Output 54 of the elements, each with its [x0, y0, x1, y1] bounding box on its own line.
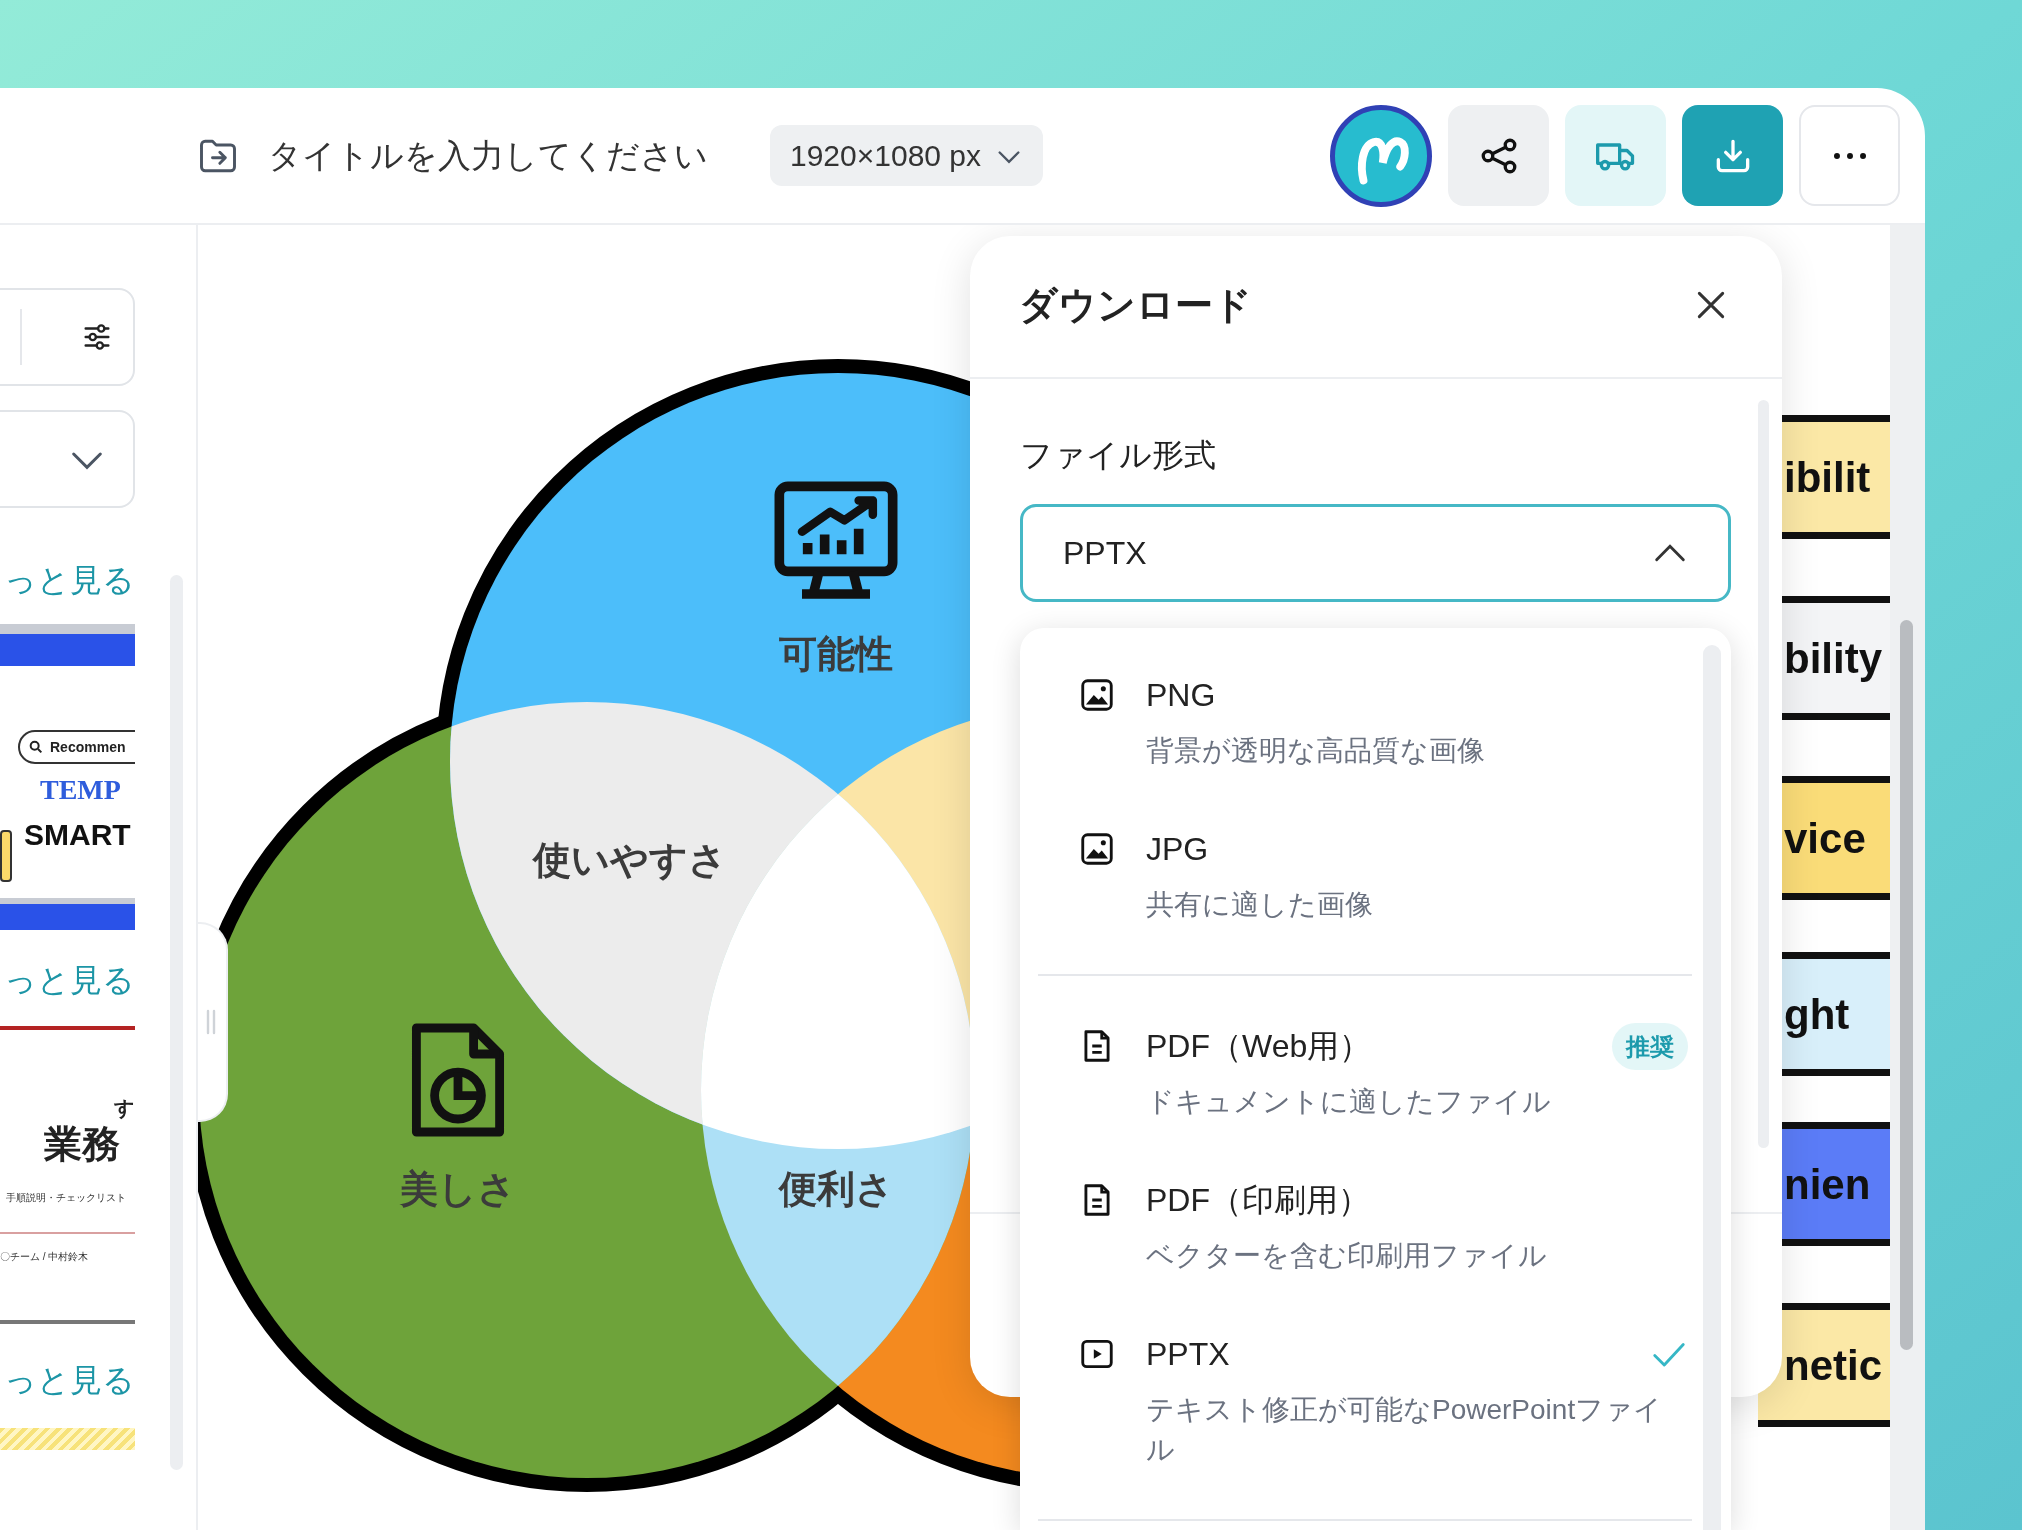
- thumbnail-text: 〇チーム / 中村鈴木: [0, 1251, 89, 1263]
- option-title: JPG: [1146, 830, 1209, 869]
- title-field[interactable]: タイトルを入力してください: [268, 130, 768, 181]
- sticky-note: [0, 830, 12, 882]
- size-dropdown[interactable]: 1920×1080 px: [770, 125, 1043, 186]
- format-option[interactable]: PDF（印刷用） ベクターを含む印刷用ファイル: [1020, 1133, 1731, 1287]
- scrollbar[interactable]: [1900, 620, 1913, 1350]
- thumbnail-heading: SMART: [24, 817, 131, 853]
- card-text: ght: [1784, 989, 1850, 1040]
- option-description: 共有に適した画像: [1146, 888, 1374, 922]
- field-label: ファイル形式: [1020, 436, 1216, 475]
- grip-icon: [205, 1009, 217, 1035]
- option-title: PPTX: [1146, 1335, 1230, 1374]
- format-option[interactable]: JPG 共有に適した画像: [1020, 782, 1731, 936]
- filter-button[interactable]: [0, 288, 135, 386]
- see-more-link[interactable]: っと見る: [0, 1360, 135, 1400]
- card-text: ibilit: [1784, 452, 1871, 503]
- see-more-link[interactable]: っと見る: [0, 560, 135, 600]
- thumbnail-text: Recommen: [50, 737, 126, 757]
- download-button[interactable]: [1682, 105, 1783, 206]
- diagram-label: 可能性: [779, 632, 893, 677]
- share-button[interactable]: [1448, 105, 1549, 206]
- option-description: ベクターを含む印刷用ファイル: [1146, 1239, 1548, 1273]
- card-text: vice: [1784, 813, 1866, 864]
- thumbnail-heading: 業務: [44, 1122, 120, 1166]
- format-option[interactable]: PDF（Web用） 推奨 ドキュメントに適したファイル: [1020, 979, 1731, 1133]
- panel-handle[interactable]: [198, 922, 228, 1122]
- option-description: テキスト修正が可能なPowerPointファイル: [1146, 1393, 1664, 1467]
- format-dropdown[interactable]: PPTX: [1020, 504, 1731, 602]
- option-title: PNG: [1146, 676, 1216, 715]
- format-option[interactable]: PPTX テキスト修正が可能なPowerPointファイル: [1020, 1287, 1731, 1519]
- thumbnail-text: 手順説明・チェックリスト: [6, 1192, 126, 1204]
- card-text: netic: [1784, 1340, 1883, 1391]
- thumbnail-heading: TEMP: [40, 773, 121, 807]
- diagram-label: 便利さ: [778, 1167, 894, 1212]
- see-more-link[interactable]: っと見る: [0, 960, 135, 1000]
- more-icon: [1833, 152, 1866, 159]
- diagram-label: 使いやすさ: [533, 838, 727, 883]
- option-title: PDF（Web用）: [1146, 1027, 1372, 1066]
- template-thumbnail[interactable]: [0, 1428, 135, 1450]
- option-description: 背景が透明な高品質な画像: [1146, 734, 1486, 768]
- diagram-label: 美しさ: [400, 1167, 516, 1212]
- image-icon: [1078, 830, 1116, 868]
- recommended-badge: 推奨: [1612, 1022, 1688, 1070]
- delivery-button[interactable]: [1565, 105, 1666, 206]
- option-description: ドキュメントに適したファイル: [1146, 1085, 1552, 1119]
- card-text: bility: [1784, 633, 1882, 684]
- option-title: PDF（印刷用）: [1146, 1181, 1370, 1220]
- card-text: nien: [1784, 1159, 1871, 1210]
- panel-title: ダウンロード: [1019, 283, 1252, 328]
- search-icon: [28, 739, 44, 755]
- thumbnail-text: す: [114, 1096, 134, 1120]
- format-option[interactable]: PNG 背景が透明な高品質な画像: [1020, 628, 1731, 782]
- image-icon: [1078, 676, 1116, 714]
